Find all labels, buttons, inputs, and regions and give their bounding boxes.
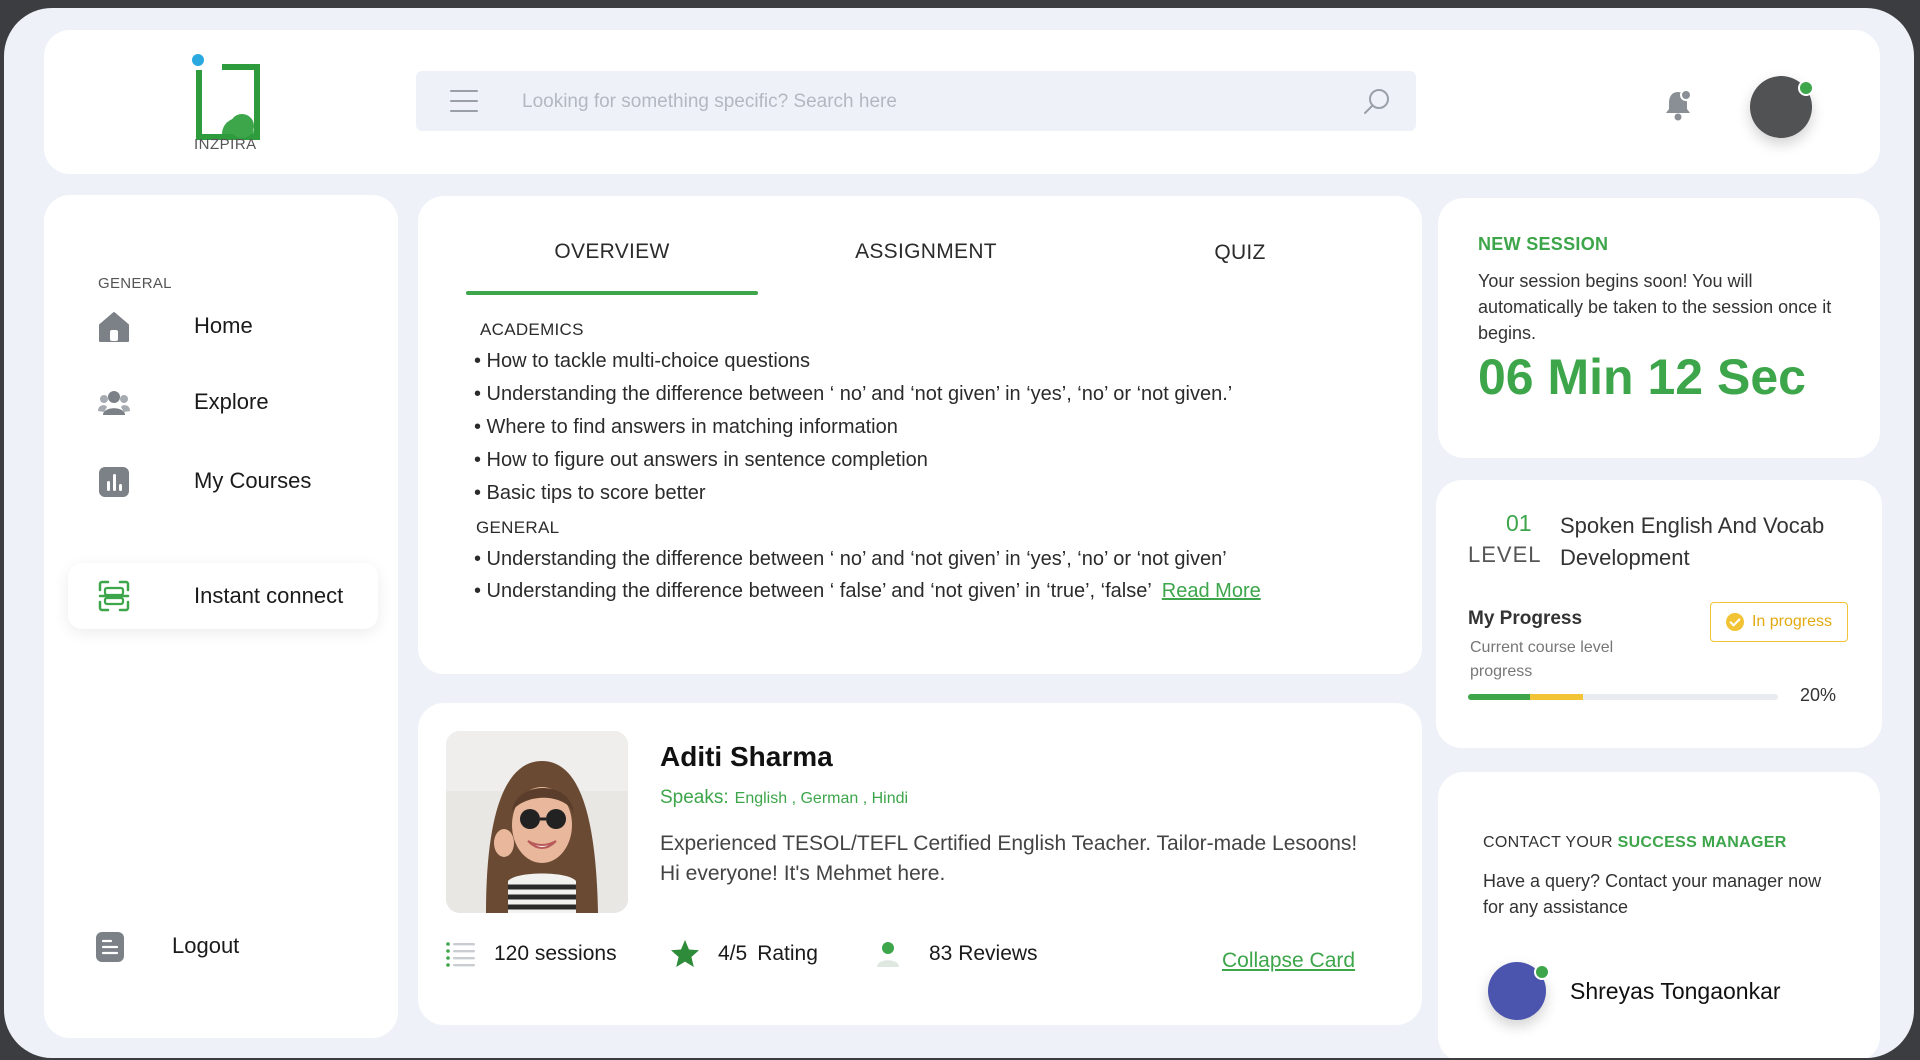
list-item-last: • Understanding the difference between ‘…: [474, 580, 1261, 603]
top-header: INZPIRA Looking for something specific? …: [44, 30, 1880, 174]
progress-title: My Progress: [1468, 608, 1583, 629]
teacher-photo: [446, 731, 628, 913]
sidebar-item-home[interactable]: Home: [68, 293, 378, 359]
speaks-label: Speaks:: [660, 787, 729, 808]
tab-overview[interactable]: OVERVIEW: [466, 240, 758, 264]
sidebar-item-instant-connect[interactable]: Instant connect: [68, 563, 378, 629]
sidebar-item-label: Instant connect: [194, 583, 344, 608]
logout-label: Logout: [172, 933, 240, 958]
progress-subtitle: Current course level progress: [1470, 639, 1614, 680]
reviews-stat: 83 Reviews: [873, 939, 1038, 969]
session-countdown: 06 Min 12 Sec: [1478, 349, 1806, 405]
user-avatar[interactable]: [1750, 76, 1814, 138]
section-heading: GENERAL: [476, 518, 560, 537]
contact-title: CONTACT YOUR SUCCESS MANAGER: [1483, 834, 1787, 852]
contact-description: Have a query? Contact your manager now f…: [1483, 871, 1822, 917]
home-icon: [99, 312, 129, 342]
progress-bar: [1468, 694, 1778, 700]
sidebar-item-my-courses[interactable]: My Courses: [68, 448, 378, 514]
list-icon: [446, 942, 475, 967]
sidebar-item-explore[interactable]: Explore: [68, 369, 378, 435]
status-badge: In progress: [1710, 602, 1848, 642]
list-item: • Understanding the difference between ‘…: [474, 383, 1233, 405]
sidebar-section-label: GENERAL: [98, 275, 172, 292]
status-badge-label: In progress: [1751, 613, 1833, 630]
online-status-dot: [1798, 80, 1814, 96]
section-heading: ACADEMICS: [480, 320, 584, 339]
people-icon: [98, 391, 130, 415]
sidebar-item-label: My Courses: [194, 468, 312, 493]
contact-title-highlight: SUCCESS MANAGER: [1617, 834, 1787, 851]
reviews-count: 83 Reviews: [929, 942, 1038, 965]
progress-bar-fill-yellow: [1530, 694, 1583, 700]
sessions-count: 120 sessions: [494, 942, 617, 965]
search-input[interactable]: Looking for something specific? Search h…: [522, 91, 897, 113]
teacher-bio: Experienced TESOL/TEFL Certified English…: [660, 832, 1358, 885]
session-description: Your session begins soon! You will autom…: [1478, 271, 1832, 343]
collapse-card-link[interactable]: Collapse Card: [1222, 949, 1355, 973]
tab-quiz[interactable]: QUIZ: [1094, 241, 1386, 265]
logo-text: INZPIRA: [194, 136, 257, 153]
sidebar: GENERAL Home Explore My Courses Instant …: [44, 195, 398, 1038]
contact-title-prefix: CONTACT YOUR: [1483, 834, 1613, 851]
search-icon[interactable]: [1362, 87, 1392, 117]
level-label: LEVEL: [1468, 542, 1542, 567]
progress-bar-fill-green: [1468, 694, 1530, 700]
level-number: 01: [1506, 510, 1532, 536]
tab-assignment[interactable]: ASSIGNMENT: [780, 240, 1072, 264]
progress-percent: 20%: [1800, 685, 1837, 705]
user-icon: [877, 942, 899, 967]
teacher-name: Aditi Sharma: [660, 741, 833, 772]
course-level-card: 01 LEVEL Spoken English And Vocab Develo…: [1436, 480, 1882, 748]
scan-icon: [98, 580, 130, 612]
list-item: • Basic tips to score better: [474, 482, 706, 504]
sidebar-item-label: Explore: [194, 389, 269, 414]
teacher-languages: Speaks: English , German , Hindi: [660, 787, 908, 809]
list-item: • How to tackle multi-choice questions: [474, 350, 811, 372]
course-overview-card: OVERVIEW ASSIGNMENT QUIZ ACADEMICS • How…: [418, 196, 1422, 674]
list-item: • How to figure out answers in sentence …: [474, 449, 928, 471]
list-item-text: • Understanding the difference between ‘…: [474, 580, 1152, 602]
star-icon: [671, 940, 699, 967]
rating-label: Rating: [757, 942, 818, 965]
list-item: • Understanding the difference between ‘…: [474, 548, 1227, 570]
list-item: • Where to find answers in matching info…: [474, 416, 898, 438]
success-manager-card: CONTACT YOUR SUCCESS MANAGER Have a quer…: [1438, 772, 1880, 1058]
logout-button[interactable]: Logout: [68, 913, 378, 979]
read-more-link[interactable]: Read More: [1162, 580, 1261, 602]
languages-list: English , German , Hindi: [734, 790, 909, 807]
manager-name[interactable]: Shreyas Tongaonkar: [1570, 978, 1781, 1005]
online-status-dot: [1534, 964, 1550, 980]
hamburger-icon[interactable]: [450, 90, 478, 112]
sessions-stat: 120 sessions: [446, 939, 617, 969]
check-circle-icon: [1725, 613, 1744, 631]
search-bar[interactable]: Looking for something specific? Search h…: [416, 71, 1416, 131]
active-tab-indicator: [466, 291, 758, 295]
teacher-card: Aditi Sharma Speaks: English , German , H…: [418, 703, 1422, 1025]
rating-value: 4/5: [718, 942, 748, 965]
new-session-card: NEW SESSION Your session begins soon! Yo…: [1438, 198, 1880, 458]
bell-icon[interactable]: [1662, 88, 1694, 122]
manager-avatar[interactable]: [1488, 962, 1550, 1020]
session-title: NEW SESSION: [1478, 234, 1609, 254]
sidebar-item-label: Home: [194, 313, 253, 338]
rating-stat: 4/5 Rating: [670, 939, 818, 969]
document-icon: [96, 932, 124, 962]
bar-chart-icon: [99, 467, 129, 497]
course-title: Spoken English And Vocab Development: [1560, 513, 1825, 570]
app-frame: INZPIRA Looking for something specific? …: [4, 8, 1914, 1058]
